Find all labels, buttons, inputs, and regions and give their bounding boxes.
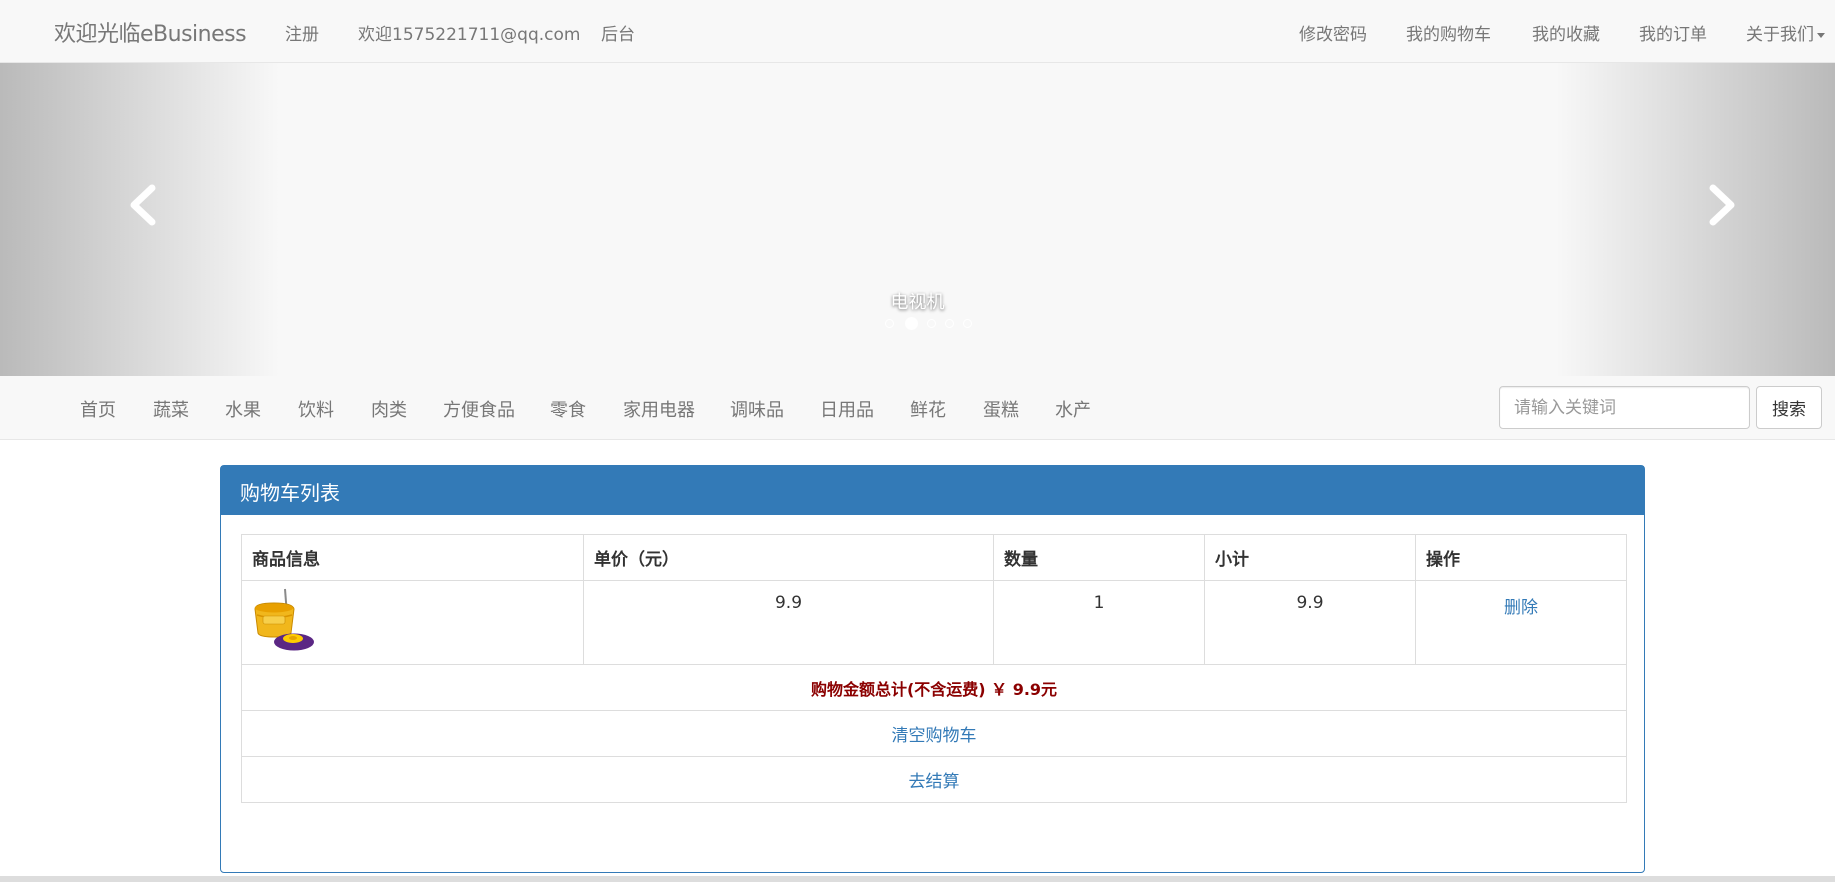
category-cakes[interactable]: 蛋糕 bbox=[983, 396, 1019, 422]
table-row: 9.9 1 9.9 删除 bbox=[241, 580, 1627, 665]
category-snacks[interactable]: 零食 bbox=[550, 396, 586, 422]
category-drinks[interactable]: 饮料 bbox=[298, 396, 334, 422]
my-orders-link[interactable]: 我的订单 bbox=[1639, 20, 1707, 45]
search-input[interactable] bbox=[1499, 386, 1750, 429]
category-condiments[interactable]: 调味品 bbox=[730, 396, 784, 422]
checkout-row: 去结算 bbox=[241, 756, 1627, 803]
welcome-user-link[interactable]: 欢迎1575221711@qq.com bbox=[358, 20, 580, 45]
caret-down-icon bbox=[1817, 32, 1825, 38]
top-navbar: 欢迎光临eBusiness 注册 欢迎1575221711@qq.com 后台 … bbox=[0, 0, 1835, 63]
delete-item-link[interactable]: 删除 bbox=[1504, 598, 1538, 618]
carousel-indicator-active[interactable] bbox=[905, 317, 918, 330]
admin-link[interactable]: 后台 bbox=[601, 20, 635, 45]
chevron-left-icon[interactable] bbox=[124, 184, 160, 226]
category-navbar: 首页 蔬菜 水果 饮料 肉类 方便食品 零食 家用电器 调味品 日用品 鲜花 蛋… bbox=[0, 376, 1835, 440]
product-info-cell bbox=[241, 580, 584, 665]
subtotal-cell: 9.9 bbox=[1204, 580, 1416, 665]
column-header: 商品信息 bbox=[241, 534, 584, 581]
my-cart-link[interactable]: 我的购物车 bbox=[1406, 20, 1491, 45]
category-vegetables[interactable]: 蔬菜 bbox=[153, 396, 189, 422]
action-cell: 删除 bbox=[1415, 580, 1627, 665]
about-us-label: 关于我们 bbox=[1746, 25, 1814, 45]
checkout-link[interactable]: 去结算 bbox=[909, 772, 960, 792]
clear-cart-row: 清空购物车 bbox=[241, 710, 1627, 757]
checkout-cell: 去结算 bbox=[241, 756, 1627, 803]
carousel: 电视机 bbox=[0, 63, 1835, 376]
my-favorites-link[interactable]: 我的收藏 bbox=[1532, 20, 1600, 45]
search-button[interactable]: 搜索 bbox=[1756, 386, 1822, 429]
column-header: 操作 bbox=[1415, 534, 1627, 581]
category-seafood[interactable]: 水产 bbox=[1055, 396, 1091, 422]
carousel-indicator[interactable] bbox=[885, 319, 894, 328]
quantity-cell: 1 bbox=[993, 580, 1205, 665]
change-password-link[interactable]: 修改密码 bbox=[1299, 20, 1367, 45]
chevron-right-icon[interactable] bbox=[1705, 184, 1741, 226]
clear-cart-cell: 清空购物车 bbox=[241, 710, 1627, 757]
category-fruit[interactable]: 水果 bbox=[225, 396, 261, 422]
cart-total-text: 购物金额总计(不含运费) ￥ 9.9元 bbox=[810, 679, 1058, 699]
carousel-next-control[interactable] bbox=[1555, 63, 1835, 376]
category-meat[interactable]: 肉类 bbox=[371, 396, 407, 422]
clear-cart-link[interactable]: 清空购物车 bbox=[892, 726, 977, 746]
category-instant-food[interactable]: 方便食品 bbox=[443, 396, 515, 422]
register-link[interactable]: 注册 bbox=[285, 20, 319, 45]
total-row: 购物金额总计(不含运费) ￥ 9.9元 bbox=[241, 664, 1627, 711]
category-home[interactable]: 首页 bbox=[80, 396, 116, 422]
column-header: 单价（元） bbox=[583, 534, 994, 581]
carousel-indicator[interactable] bbox=[945, 319, 954, 328]
about-us-dropdown[interactable]: 关于我们 bbox=[1746, 20, 1825, 45]
category-flowers[interactable]: 鲜花 bbox=[910, 396, 946, 422]
total-cell: 购物金额总计(不含运费) ￥ 9.9元 bbox=[241, 664, 1627, 711]
mop-bucket-image[interactable] bbox=[252, 587, 316, 653]
category-appliances[interactable]: 家用电器 bbox=[623, 396, 695, 422]
carousel-caption: 电视机 bbox=[890, 292, 945, 313]
page-bottom-edge bbox=[0, 876, 1835, 882]
carousel-indicator[interactable] bbox=[963, 319, 972, 328]
column-header: 数量 bbox=[993, 534, 1205, 581]
carousel-indicator[interactable] bbox=[927, 319, 936, 328]
unit-price-cell: 9.9 bbox=[583, 580, 994, 665]
brand-link[interactable]: 欢迎光临eBusiness bbox=[54, 16, 247, 48]
cart-table: 商品信息 单价（元） 数量 小计 操作 9.9 1 9.9 删除 购物金额总计(… bbox=[241, 534, 1627, 803]
table-header-row: 商品信息 单价（元） 数量 小计 操作 bbox=[241, 534, 1627, 581]
category-daily-goods[interactable]: 日用品 bbox=[820, 396, 874, 422]
column-header: 小计 bbox=[1204, 534, 1416, 581]
cart-panel-title: 购物车列表 bbox=[221, 466, 1644, 515]
cart-panel: 购物车列表 商品信息 单价（元） 数量 小计 操作 9.9 1 9.9 删除 购… bbox=[220, 465, 1645, 873]
